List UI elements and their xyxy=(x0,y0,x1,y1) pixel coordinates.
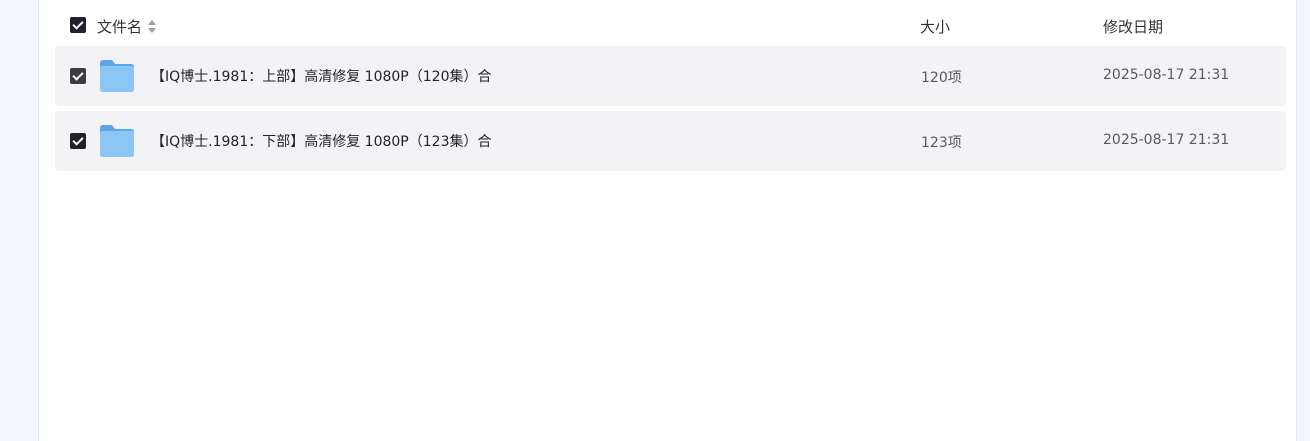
file-name[interactable]: 【IQ博士.1981：下部】高清修复 1080P（123集）合 xyxy=(151,131,491,151)
file-list-panel: 文件名 大小 修改日期 【IQ博士.1981：上部】高清修复 1080P（120… xyxy=(38,0,1297,441)
table-row[interactable]: 【IQ博士.1981：上部】高清修复 1080P（120集）合 120项 202… xyxy=(55,46,1286,106)
file-list-header: 文件名 大小 修改日期 xyxy=(55,10,1286,42)
file-modified-date: 2025-08-17 21:31 xyxy=(1103,132,1230,148)
column-header-name[interactable]: 文件名 xyxy=(97,16,157,37)
column-header-date[interactable]: 修改日期 xyxy=(1103,16,1163,37)
file-size: 123项 xyxy=(921,135,962,151)
file-size: 120项 xyxy=(921,70,962,86)
file-name[interactable]: 【IQ博士.1981：上部】高清修复 1080P（120集）合 xyxy=(151,66,491,86)
row-checkbox[interactable] xyxy=(70,68,86,84)
folder-icon xyxy=(100,125,134,157)
file-modified-date: 2025-08-17 21:31 xyxy=(1103,67,1230,83)
table-row[interactable]: 【IQ博士.1981：下部】高清修复 1080P（123集）合 123项 202… xyxy=(55,111,1286,171)
row-checkbox[interactable] xyxy=(70,133,86,149)
select-all-checkbox[interactable] xyxy=(70,17,86,33)
folder-icon xyxy=(100,60,134,92)
sort-icon[interactable] xyxy=(148,19,157,34)
column-header-size[interactable]: 大小 xyxy=(920,16,950,37)
column-header-name-label: 文件名 xyxy=(97,18,143,36)
